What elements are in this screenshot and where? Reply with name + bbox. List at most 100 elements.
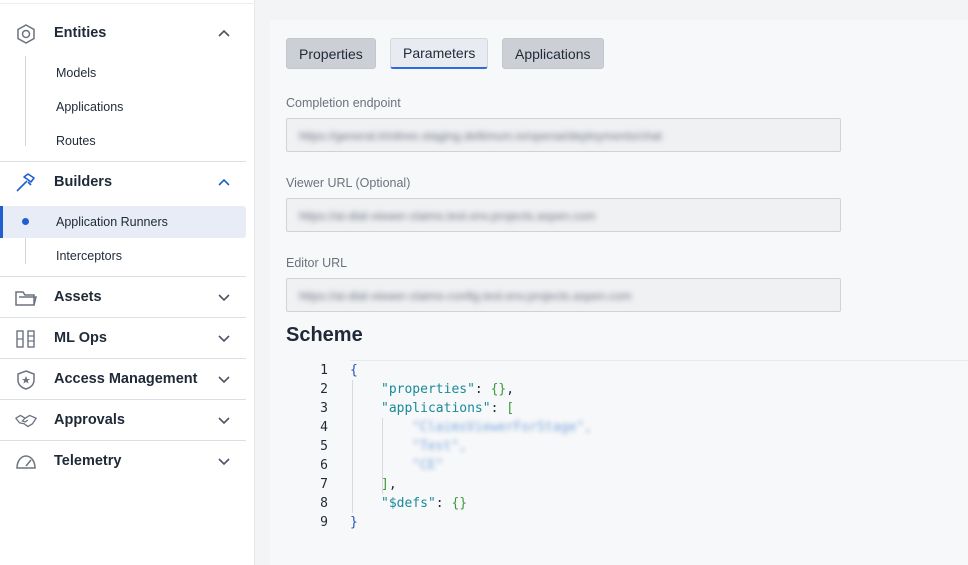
nav-section-ml-ops: ML Ops	[0, 318, 246, 358]
tab-label: Applications	[515, 45, 591, 62]
comma: ,	[388, 477, 397, 492]
colon: :	[490, 401, 507, 416]
tab-label: Parameters	[403, 45, 476, 61]
tab-properties[interactable]: Properties	[286, 38, 376, 69]
line-number: 5	[320, 439, 328, 454]
hammer-icon	[14, 172, 38, 194]
chevron-up-icon[interactable]	[217, 175, 233, 189]
nav-section-entities: Entities	[0, 13, 246, 53]
open-bracket: [	[506, 401, 515, 416]
nav-entities-header[interactable]: Entities	[0, 13, 246, 53]
viewer-url-label: Viewer URL (Optional)	[286, 176, 410, 190]
scheme-code-editor[interactable]: 1 2 3 4 5 6 7 8 9 { "properties": {}, "a…	[270, 360, 968, 530]
chevron-down-icon[interactable]	[217, 290, 233, 304]
nav-entities-label: Entities	[54, 25, 107, 41]
handshake-icon	[14, 410, 38, 432]
sidebar-item-interceptors[interactable]: Interceptors	[0, 240, 246, 272]
code-line-2: "properties": {},	[381, 382, 514, 397]
line-number: 2	[320, 382, 328, 397]
ml-ops-icon	[14, 328, 38, 350]
viewer-url-label-text: Viewer URL	[286, 176, 352, 190]
sidebar-item-applications[interactable]: Applications	[0, 91, 246, 123]
chevron-down-icon[interactable]	[217, 372, 233, 386]
nav-section-access-management: Access Management	[0, 359, 246, 399]
line-number: 7	[320, 477, 328, 492]
nav-section-assets: Assets	[0, 277, 246, 317]
chevron-down-icon[interactable]	[217, 331, 233, 345]
viewer-url-value: https://ai-dial-viewer-claims.test.env.p…	[299, 209, 596, 223]
code-editor-border	[350, 360, 968, 361]
folder-icon	[14, 287, 38, 309]
code-line-9: }	[350, 515, 358, 530]
nav-builders-header[interactable]: Builders	[0, 162, 246, 202]
nav-telemetry-header[interactable]: Telemetry	[0, 441, 246, 481]
indent-guide	[352, 380, 353, 513]
line-number: 3	[320, 401, 328, 416]
json-key-defs: "$defs"	[381, 496, 436, 511]
empty-object: {}	[490, 382, 507, 397]
line-number: 8	[320, 496, 328, 511]
completion-endpoint-value: https://general.trinitree.staging.deltim…	[299, 129, 662, 143]
viewer-url-optional: (Optional)	[355, 176, 411, 190]
code-line-8: "$defs": {}	[381, 496, 467, 511]
scheme-title: Scheme	[286, 324, 363, 346]
completion-endpoint-input[interactable]: https://general.trinitree.staging.deltim…	[286, 118, 841, 152]
nav-section-telemetry: Telemetry	[0, 441, 246, 481]
code-line-5: "Test",	[412, 439, 467, 454]
shield-star-icon	[14, 369, 38, 391]
code-line-6: "CE"	[412, 458, 444, 473]
nav-approvals-label: Approvals	[54, 412, 125, 428]
colon: :	[435, 496, 452, 511]
editor-url-value: https://ai-dial-viewer-claims-config.tes…	[299, 289, 632, 303]
comma: ,	[506, 382, 515, 397]
active-dot	[22, 218, 29, 225]
editor-url-label: Editor URL	[286, 256, 348, 270]
line-number: 9	[320, 515, 328, 530]
code-line-4: "ClaimsViewerForStage",	[412, 420, 593, 435]
nav-section-builders: Builders	[0, 162, 246, 202]
tab-applications[interactable]: Applications	[502, 38, 604, 69]
chevron-down-icon[interactable]	[217, 413, 233, 427]
nav-approvals-header[interactable]: Approvals	[0, 400, 246, 440]
tab-label: Properties	[299, 45, 363, 62]
code-line-7: ],	[381, 477, 397, 492]
nav-builders-label: Builders	[54, 174, 113, 190]
line-number: 1	[320, 363, 328, 378]
sidebar-item-models[interactable]: Models	[0, 57, 246, 89]
tab-parameters[interactable]: Parameters	[390, 38, 489, 69]
colon: :	[474, 382, 491, 397]
active-indicator	[0, 206, 3, 238]
main-panel: Properties Parameters Applications Compl…	[270, 20, 968, 565]
nav-section-approvals: Approvals	[0, 400, 246, 440]
line-number: 4	[320, 420, 328, 435]
line-number: 6	[320, 458, 328, 473]
sidebar-item-routes[interactable]: Routes	[0, 125, 246, 157]
close-brace: }	[350, 515, 358, 530]
nav-assets-header[interactable]: Assets	[0, 277, 246, 317]
nav-ml-ops-header[interactable]: ML Ops	[0, 318, 246, 358]
json-key-properties: "properties"	[381, 382, 475, 397]
sidebar-item-label: Applications	[56, 100, 124, 114]
close-bracket: ]	[381, 477, 389, 492]
sidebar-item-label: Models	[56, 66, 97, 80]
chevron-up-icon[interactable]	[217, 26, 233, 40]
hexagon-icon	[14, 23, 38, 45]
sidebar-item-label: Interceptors	[56, 249, 123, 263]
completion-endpoint-label: Completion endpoint	[286, 96, 401, 110]
editor-url-input[interactable]: https://ai-dial-viewer-claims-config.tes…	[286, 278, 841, 312]
viewer-url-input[interactable]: https://ai-dial-viewer-claims.test.env.p…	[286, 198, 841, 232]
code-line-3: "applications": [	[381, 401, 514, 416]
sidebar-item-label: Routes	[56, 134, 96, 148]
code-line-1: {	[350, 363, 358, 378]
sidebar-item-application-runners[interactable]: Application Runners	[2, 206, 246, 238]
empty-object: {}	[451, 496, 468, 511]
nav-access-management-header[interactable]: Access Management	[0, 359, 246, 399]
nav-ml-ops-label: ML Ops	[54, 330, 107, 346]
chevron-down-icon[interactable]	[217, 454, 233, 468]
nav-telemetry-label: Telemetry	[54, 453, 122, 469]
open-brace: {	[350, 363, 358, 378]
sidebar: Entities Models Applications Routes Buil…	[0, 0, 255, 565]
sidebar-item-label: Application Runners	[56, 215, 168, 229]
nav-assets-label: Assets	[54, 289, 102, 305]
json-key-applications: "applications"	[381, 401, 491, 416]
